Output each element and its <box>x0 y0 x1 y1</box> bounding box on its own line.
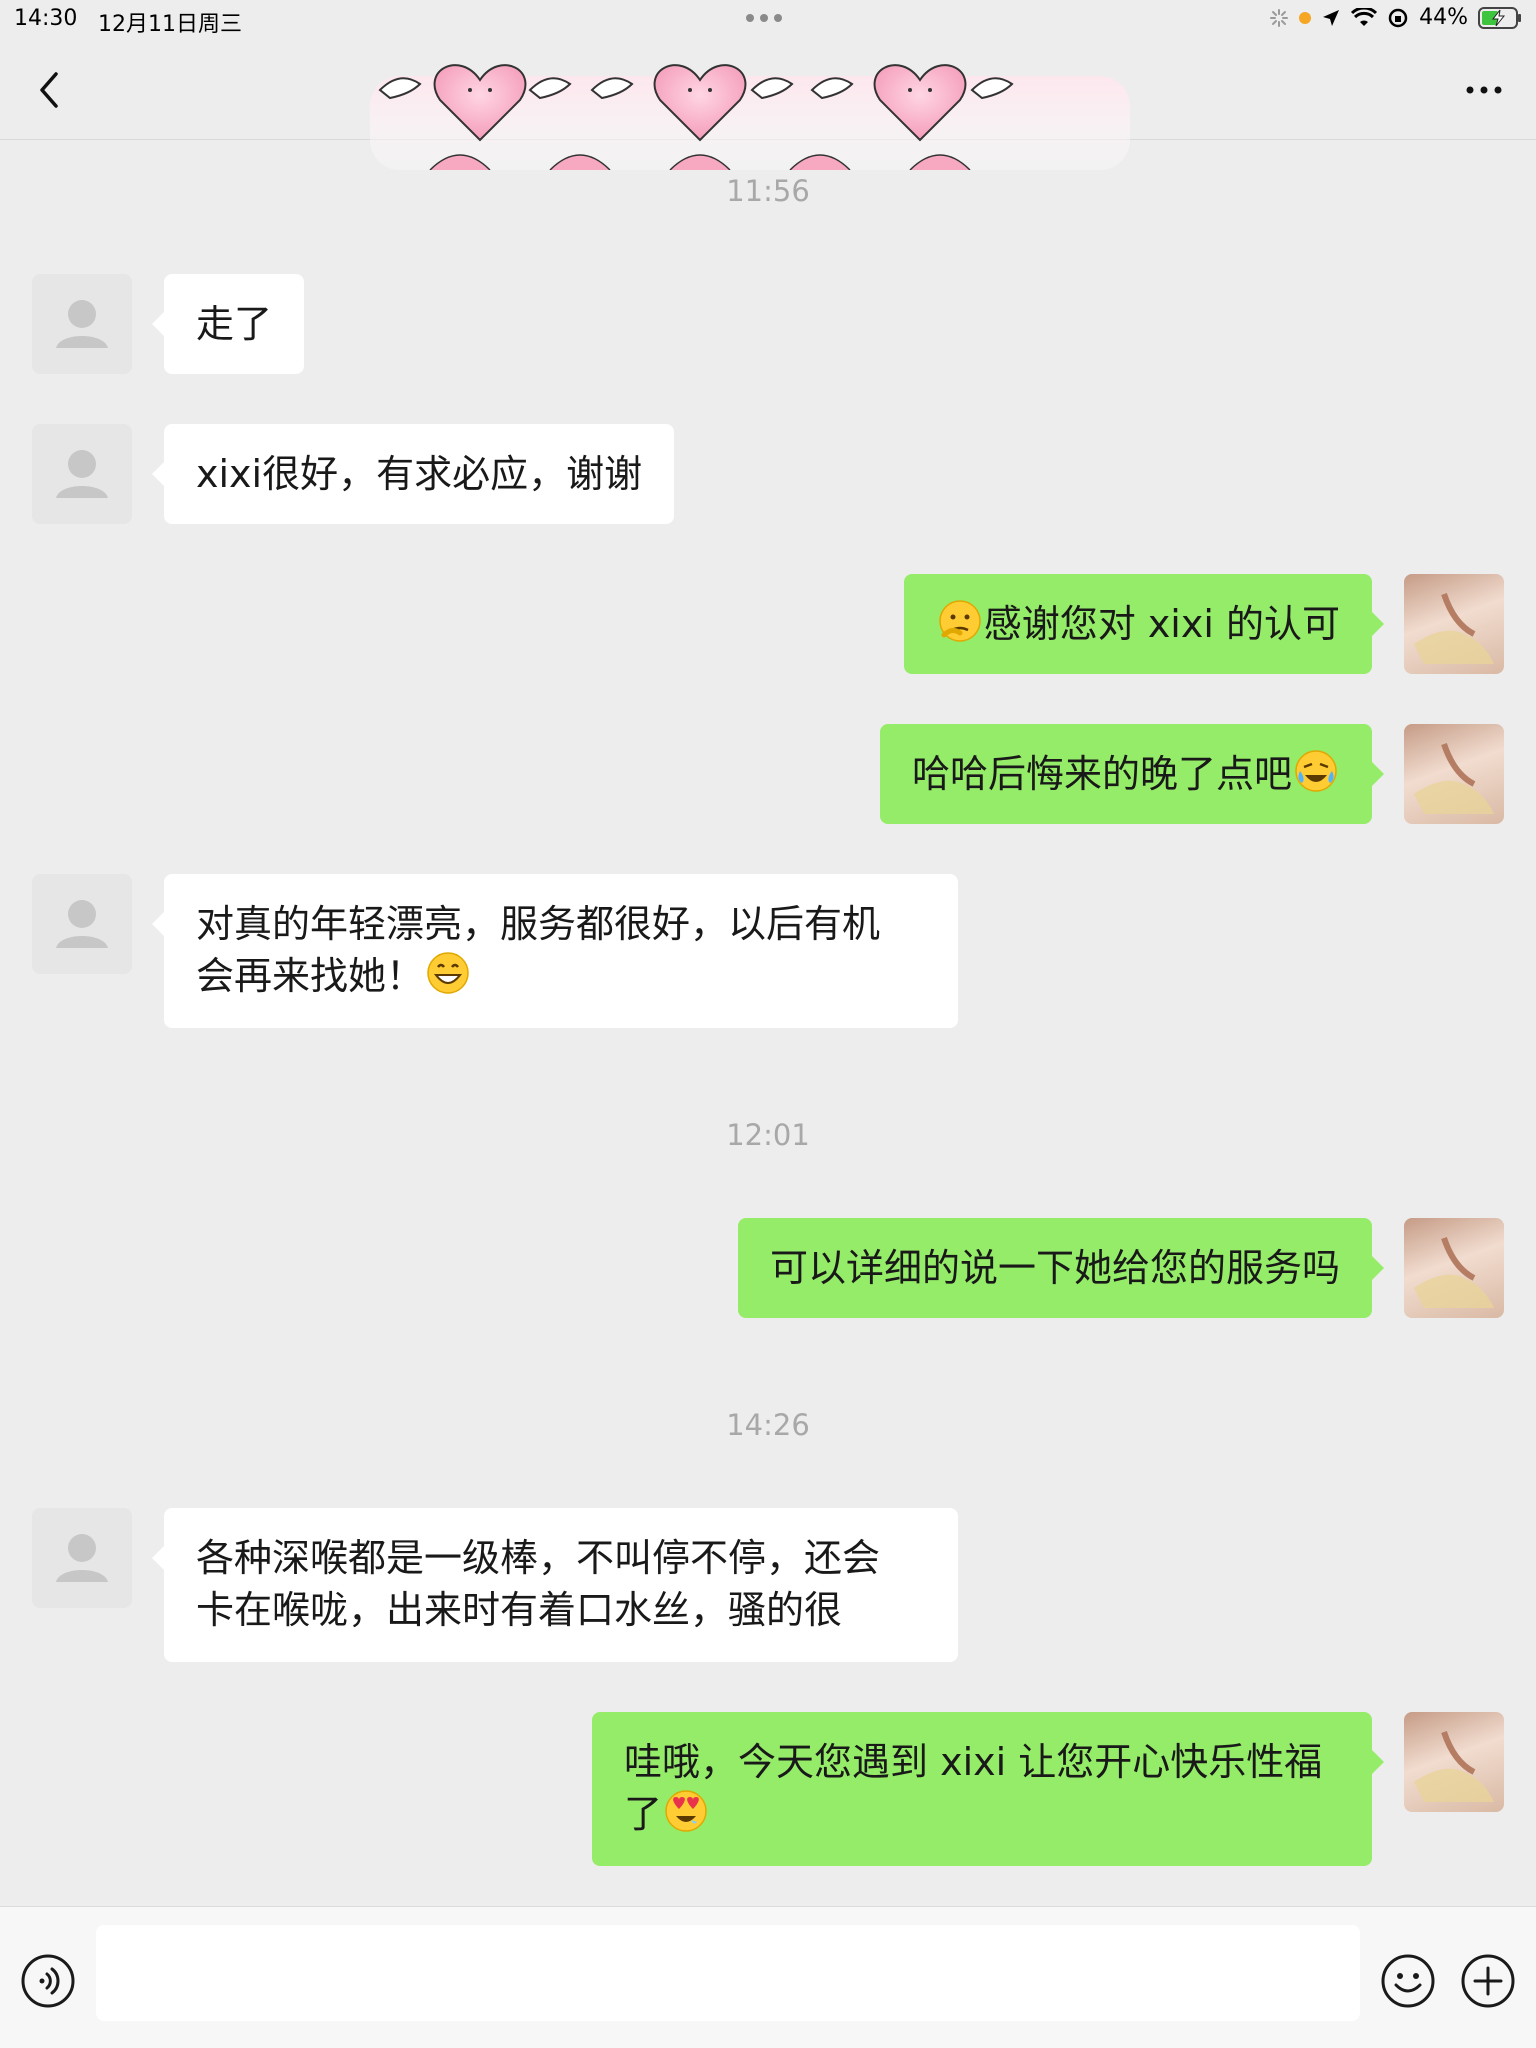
status-date: 12月11日周三 <box>98 12 242 37</box>
my-avatar[interactable] <box>1404 574 1504 674</box>
message-text-line: 对真的年轻漂亮，服务都很好，以后有机 <box>196 902 881 946</box>
battery-charging-icon <box>1478 6 1521 29</box>
default-avatar-icon <box>56 300 108 348</box>
message-text: 哈哈后悔来的晚了点吧 <box>911 752 1292 796</box>
my-avatar[interactable] <box>1404 1218 1504 1318</box>
message-bubble-incoming[interactable]: xixi很好，有求必应，谢谢 <box>151 424 675 524</box>
my-avatar[interactable] <box>1404 724 1504 824</box>
avatar[interactable] <box>32 874 132 974</box>
multitask-dots-icon[interactable] <box>746 14 782 22</box>
status-bar: 14:30 12月11日周三 44% <box>0 0 1536 40</box>
message-text: xixi很好，有求必应，谢谢 <box>196 452 643 496</box>
message-bubble-incoming[interactable]: 对真的年轻漂亮，服务都很好，以后有机 会再来找她！ <box>152 874 958 1028</box>
shoe-photo-avatar <box>1414 1731 1494 1802</box>
default-avatar-icon <box>56 900 108 948</box>
chat-nav-bar <box>0 40 1536 170</box>
message-text: 可以详细的说一下她给您的服务吗 <box>769 1246 1340 1290</box>
location-arrow-icon <box>1323 9 1340 26</box>
avatar[interactable] <box>32 1508 132 1608</box>
voice-icon[interactable] <box>20 1953 76 2009</box>
shoe-photo-avatar <box>1414 593 1494 664</box>
thinking-face-icon <box>938 600 981 642</box>
message-text-line: 了 <box>624 1792 663 1836</box>
wifi-icon <box>1351 7 1378 26</box>
ellipsis-icon[interactable] <box>1458 70 1510 110</box>
plus-icon[interactable] <box>1460 1953 1516 2009</box>
avatar[interactable] <box>32 424 132 524</box>
message-text: 走了 <box>196 302 273 346</box>
message-bubble-outgoing[interactable]: 哇哦，今天您遇到 xixi 让您开心快乐性福 了 <box>592 1712 1384 1866</box>
timestamp: 12:01 <box>726 1118 810 1152</box>
emoji-icon[interactable] <box>1380 1953 1436 2009</box>
message-text-line: 卡在喉咙，出来时有着口水丝，骚的很 <box>196 1588 843 1632</box>
timestamp: 11:56 <box>726 174 810 208</box>
message-bubble-outgoing[interactable]: 可以详细的说一下她给您的服务吗 <box>737 1218 1385 1318</box>
status-icons: 44% <box>1269 5 1522 30</box>
grinning-face-icon <box>427 952 469 994</box>
message-input[interactable] <box>96 1925 1360 2021</box>
heart-eyes-face-icon <box>665 1790 707 1832</box>
orientation-lock-icon <box>1388 8 1408 27</box>
my-avatar[interactable] <box>1404 1712 1504 1812</box>
message-bubble-incoming[interactable]: 走了 <box>151 274 305 374</box>
winged-hearts-banner <box>370 64 1130 170</box>
battery-percentage: 44% <box>1419 5 1468 30</box>
message-bubble-outgoing[interactable]: 哈哈后悔来的晚了点吧 <box>879 724 1385 824</box>
message-text-line: 哇哦，今天您遇到 xixi 让您开心快乐性福 <box>624 1740 1323 1784</box>
status-time: 14:30 <box>14 6 78 31</box>
avatar[interactable] <box>32 274 132 374</box>
default-avatar-icon <box>56 450 108 498</box>
loading-spinner-icon <box>1270 8 1289 27</box>
message-bubble-outgoing[interactable]: 感谢您对 xixi 的认可 <box>903 574 1385 674</box>
default-avatar-icon <box>56 1534 108 1582</box>
shoe-photo-avatar <box>1414 1237 1494 1308</box>
chat-input-bar <box>0 1906 1536 2048</box>
message-text: 感谢您对 xixi 的认可 <box>983 602 1340 646</box>
chevron-left-icon[interactable] <box>30 68 70 112</box>
message-text-line: 会再来找她！ <box>196 954 425 998</box>
message-bubble-incoming[interactable]: 各种深喉都是一级棒，不叫停不停，还会 卡在喉咙，出来时有着口水丝，骚的很 <box>152 1508 958 1662</box>
orange-dot-icon <box>1299 11 1312 24</box>
message-text-line: 各种深喉都是一级棒，不叫停不停，还会 <box>196 1536 881 1580</box>
shoe-photo-avatar <box>1414 743 1494 814</box>
timestamp: 14:26 <box>726 1408 810 1442</box>
crying-laughing-face-icon <box>1295 750 1337 792</box>
